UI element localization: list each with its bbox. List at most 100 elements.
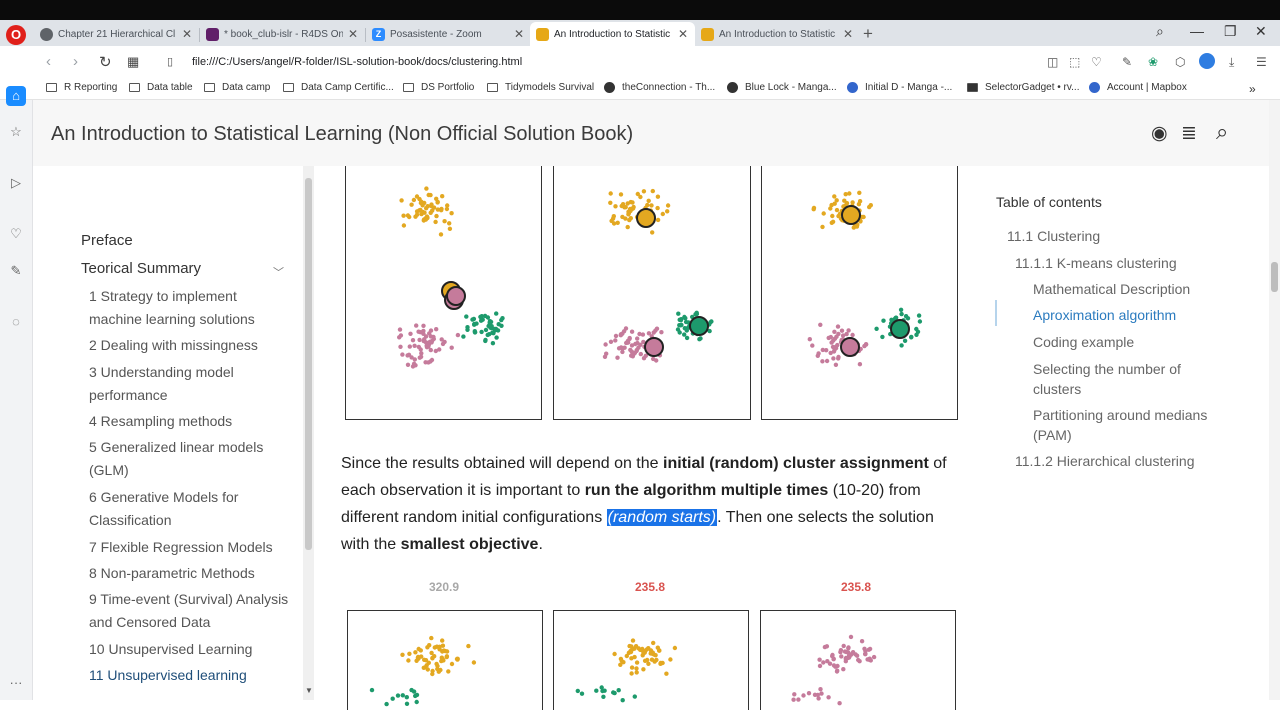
bookmark-tidymodels[interactable]: Tidymodels Survival bbox=[487, 82, 594, 93]
nav-scrollbar[interactable]: ▼ bbox=[303, 166, 314, 700]
easy-setup-icon[interactable]: ✎ bbox=[1122, 55, 1132, 69]
nav-item-5[interactable]: 5 Generalized linear models (GLM) bbox=[89, 436, 289, 482]
new-tab-plus-icon[interactable]: + bbox=[863, 24, 873, 44]
tab-close-icon[interactable]: ✕ bbox=[347, 27, 359, 41]
page-scrollbar-thumb[interactable] bbox=[1271, 262, 1278, 292]
data-point bbox=[811, 207, 816, 212]
data-point bbox=[868, 203, 873, 208]
toc-item-approx-algorithm[interactable]: Aproximation algorithm bbox=[1033, 305, 1176, 325]
more-icon[interactable]: ··· bbox=[8, 675, 24, 691]
chevron-down-icon[interactable]: ﹀ bbox=[273, 264, 284, 280]
bookmark-selectorgadget[interactable]: SelectorGadget • rv... bbox=[967, 82, 1079, 93]
toc-item-clustering[interactable]: 11.1 Clustering bbox=[1007, 226, 1100, 246]
page-scrollbar[interactable] bbox=[1269, 100, 1280, 700]
bookmark-theconnection[interactable]: theConnection - Th... bbox=[604, 82, 715, 93]
heart-icon[interactable]: ♡ bbox=[1091, 55, 1102, 69]
tab-4-active[interactable]: An Introduction to Statistic ✕ bbox=[530, 22, 695, 46]
back-icon[interactable]: ‹ bbox=[46, 53, 51, 70]
search-icon[interactable]: ⌕ bbox=[1216, 119, 1228, 145]
nav-item-6[interactable]: 6 Generative Models for Classification bbox=[89, 486, 289, 532]
close-window-icon[interactable]: ✕ bbox=[1255, 23, 1267, 40]
edit-icon[interactable]: ✎ bbox=[8, 263, 24, 279]
data-point bbox=[683, 316, 688, 321]
minimize-icon[interactable]: — bbox=[1190, 23, 1204, 39]
toc-item-pam[interactable]: Partitioning around medians (PAM) bbox=[1033, 405, 1223, 445]
tab-close-icon[interactable]: ✕ bbox=[181, 27, 193, 41]
toc-item-coding-example[interactable]: Coding example bbox=[1033, 332, 1134, 352]
nav-item-9[interactable]: 9 Time-event (Survival) Analysis and Cen… bbox=[89, 588, 289, 634]
star-icon[interactable]: ☆ bbox=[8, 124, 24, 140]
scroll-down-arrow-icon[interactable]: ▼ bbox=[305, 686, 313, 695]
bookmark-data-camp-cert[interactable]: Data Camp Certific... bbox=[283, 82, 394, 93]
nav-item-3[interactable]: 3 Understanding model performance bbox=[89, 361, 289, 407]
nav-item-7[interactable]: 7 Flexible Regression Models bbox=[89, 536, 289, 559]
nav-item-4[interactable]: 4 Resampling methods bbox=[89, 410, 289, 433]
data-point bbox=[655, 217, 661, 223]
restore-icon[interactable]: ❐ bbox=[1224, 23, 1237, 40]
bookmark-r-reporting[interactable]: R Reporting bbox=[46, 82, 117, 93]
tab-close-icon[interactable]: ✕ bbox=[677, 27, 689, 41]
nav-item-11-active[interactable]: 11 Unsupervised learning bbox=[89, 664, 289, 687]
bookmark-blue-lock[interactable]: Blue Lock - Manga... bbox=[727, 82, 837, 93]
tab-5[interactable]: An Introduction to Statistic ✕ bbox=[695, 22, 860, 46]
more-bookmarks-icon[interactable]: » bbox=[1249, 82, 1256, 96]
tab-1[interactable]: Chapter 21 Hierarchical Cl ✕ bbox=[34, 22, 199, 46]
bookmarks-bar: R Reporting Data table Data camp Data Ca… bbox=[0, 78, 1280, 100]
snapshot-icon[interactable]: ⬚ bbox=[1069, 55, 1080, 69]
tab-close-icon[interactable]: ✕ bbox=[513, 27, 525, 41]
selected-text[interactable]: (random starts) bbox=[606, 509, 718, 526]
bookmark-data-table[interactable]: Data table bbox=[129, 82, 193, 93]
data-point bbox=[444, 649, 450, 654]
tab-close-icon[interactable]: ✕ bbox=[842, 27, 854, 41]
bookmark-mapbox[interactable]: Account | Mapbox bbox=[1089, 82, 1187, 93]
cube-icon[interactable]: ⬡ bbox=[1175, 55, 1185, 69]
data-point bbox=[854, 224, 860, 229]
nav-item-2[interactable]: 2 Dealing with missingness bbox=[89, 334, 289, 357]
data-point bbox=[625, 340, 630, 345]
tab-label: Chapter 21 Hierarchical Cl bbox=[58, 28, 176, 40]
player-icon[interactable]: ▷ bbox=[8, 175, 24, 191]
nav-teorical-summary[interactable]: Teorical Summary bbox=[81, 257, 291, 280]
bookmark-label: DS Portfolio bbox=[421, 82, 475, 93]
screen-top-bar bbox=[0, 0, 1280, 20]
data-point bbox=[398, 344, 403, 349]
page-title[interactable]: An Introduction to Statistical Learning … bbox=[51, 123, 633, 146]
data-point bbox=[694, 310, 699, 315]
download-icon[interactable]: ⤓ bbox=[1229, 55, 1234, 70]
nav-preface[interactable]: Preface bbox=[81, 229, 291, 252]
data-point bbox=[841, 667, 846, 672]
profile-avatar[interactable] bbox=[1199, 53, 1215, 69]
camera-icon[interactable]: ◫ bbox=[1047, 55, 1058, 69]
home-icon[interactable]: ⌂ bbox=[6, 86, 26, 106]
data-point bbox=[638, 351, 643, 357]
data-point bbox=[431, 334, 436, 340]
data-point bbox=[483, 338, 488, 344]
url-input[interactable]: file:///C:/Users/angel/R-folder/ISL-solu… bbox=[192, 56, 522, 68]
search-tabs-icon[interactable]: ⌕ bbox=[1156, 23, 1164, 40]
extension-icon[interactable]: ❀ bbox=[1148, 55, 1158, 69]
nav-item-8[interactable]: 8 Non-parametric Methods bbox=[89, 562, 289, 585]
nav-item-1[interactable]: 1 Strategy to implement machine learning… bbox=[89, 285, 289, 331]
reload-icon[interactable]: ↻ bbox=[99, 53, 112, 71]
tab-3[interactable]: Z Posasistente - Zoom ✕ bbox=[366, 22, 531, 46]
bookmark-initial-d[interactable]: Initial D - Manga -... bbox=[847, 82, 952, 93]
bookmark-data-camp[interactable]: Data camp bbox=[204, 82, 270, 93]
settings-menu-icon[interactable]: ☰ bbox=[1256, 55, 1267, 69]
forward-icon[interactable]: › bbox=[73, 53, 78, 70]
bookmark-ds-portfolio[interactable]: DS Portfolio bbox=[403, 82, 474, 93]
toc-item-select-k[interactable]: Selecting the number of clusters bbox=[1033, 359, 1223, 399]
nav-item-10[interactable]: 10 Unsupervised Learning bbox=[89, 638, 289, 661]
speed-dial-grid-icon[interactable]: ▦ bbox=[127, 54, 139, 70]
data-point bbox=[651, 640, 656, 646]
nav-scrollbar-thumb[interactable] bbox=[305, 178, 312, 550]
toc-item-math-desc[interactable]: Mathematical Description bbox=[1033, 279, 1190, 299]
opera-logo-icon[interactable]: O bbox=[6, 25, 26, 45]
lightbulb-icon[interactable]: ◌ bbox=[8, 314, 24, 330]
tab-2[interactable]: * book_club-islr - R4DS On ✕ bbox=[200, 22, 365, 46]
toc-item-kmeans[interactable]: 11.1.1 K-means clustering bbox=[1015, 253, 1177, 273]
heart-icon[interactable]: ♡ bbox=[8, 226, 24, 242]
github-icon[interactable]: ◉ bbox=[1151, 122, 1168, 145]
reader-mode-icon[interactable]: ≣ bbox=[1181, 122, 1197, 145]
toc-item-hierarchical[interactable]: 11.1.2 Hierarchical clustering bbox=[1015, 451, 1195, 471]
data-point bbox=[641, 667, 646, 672]
